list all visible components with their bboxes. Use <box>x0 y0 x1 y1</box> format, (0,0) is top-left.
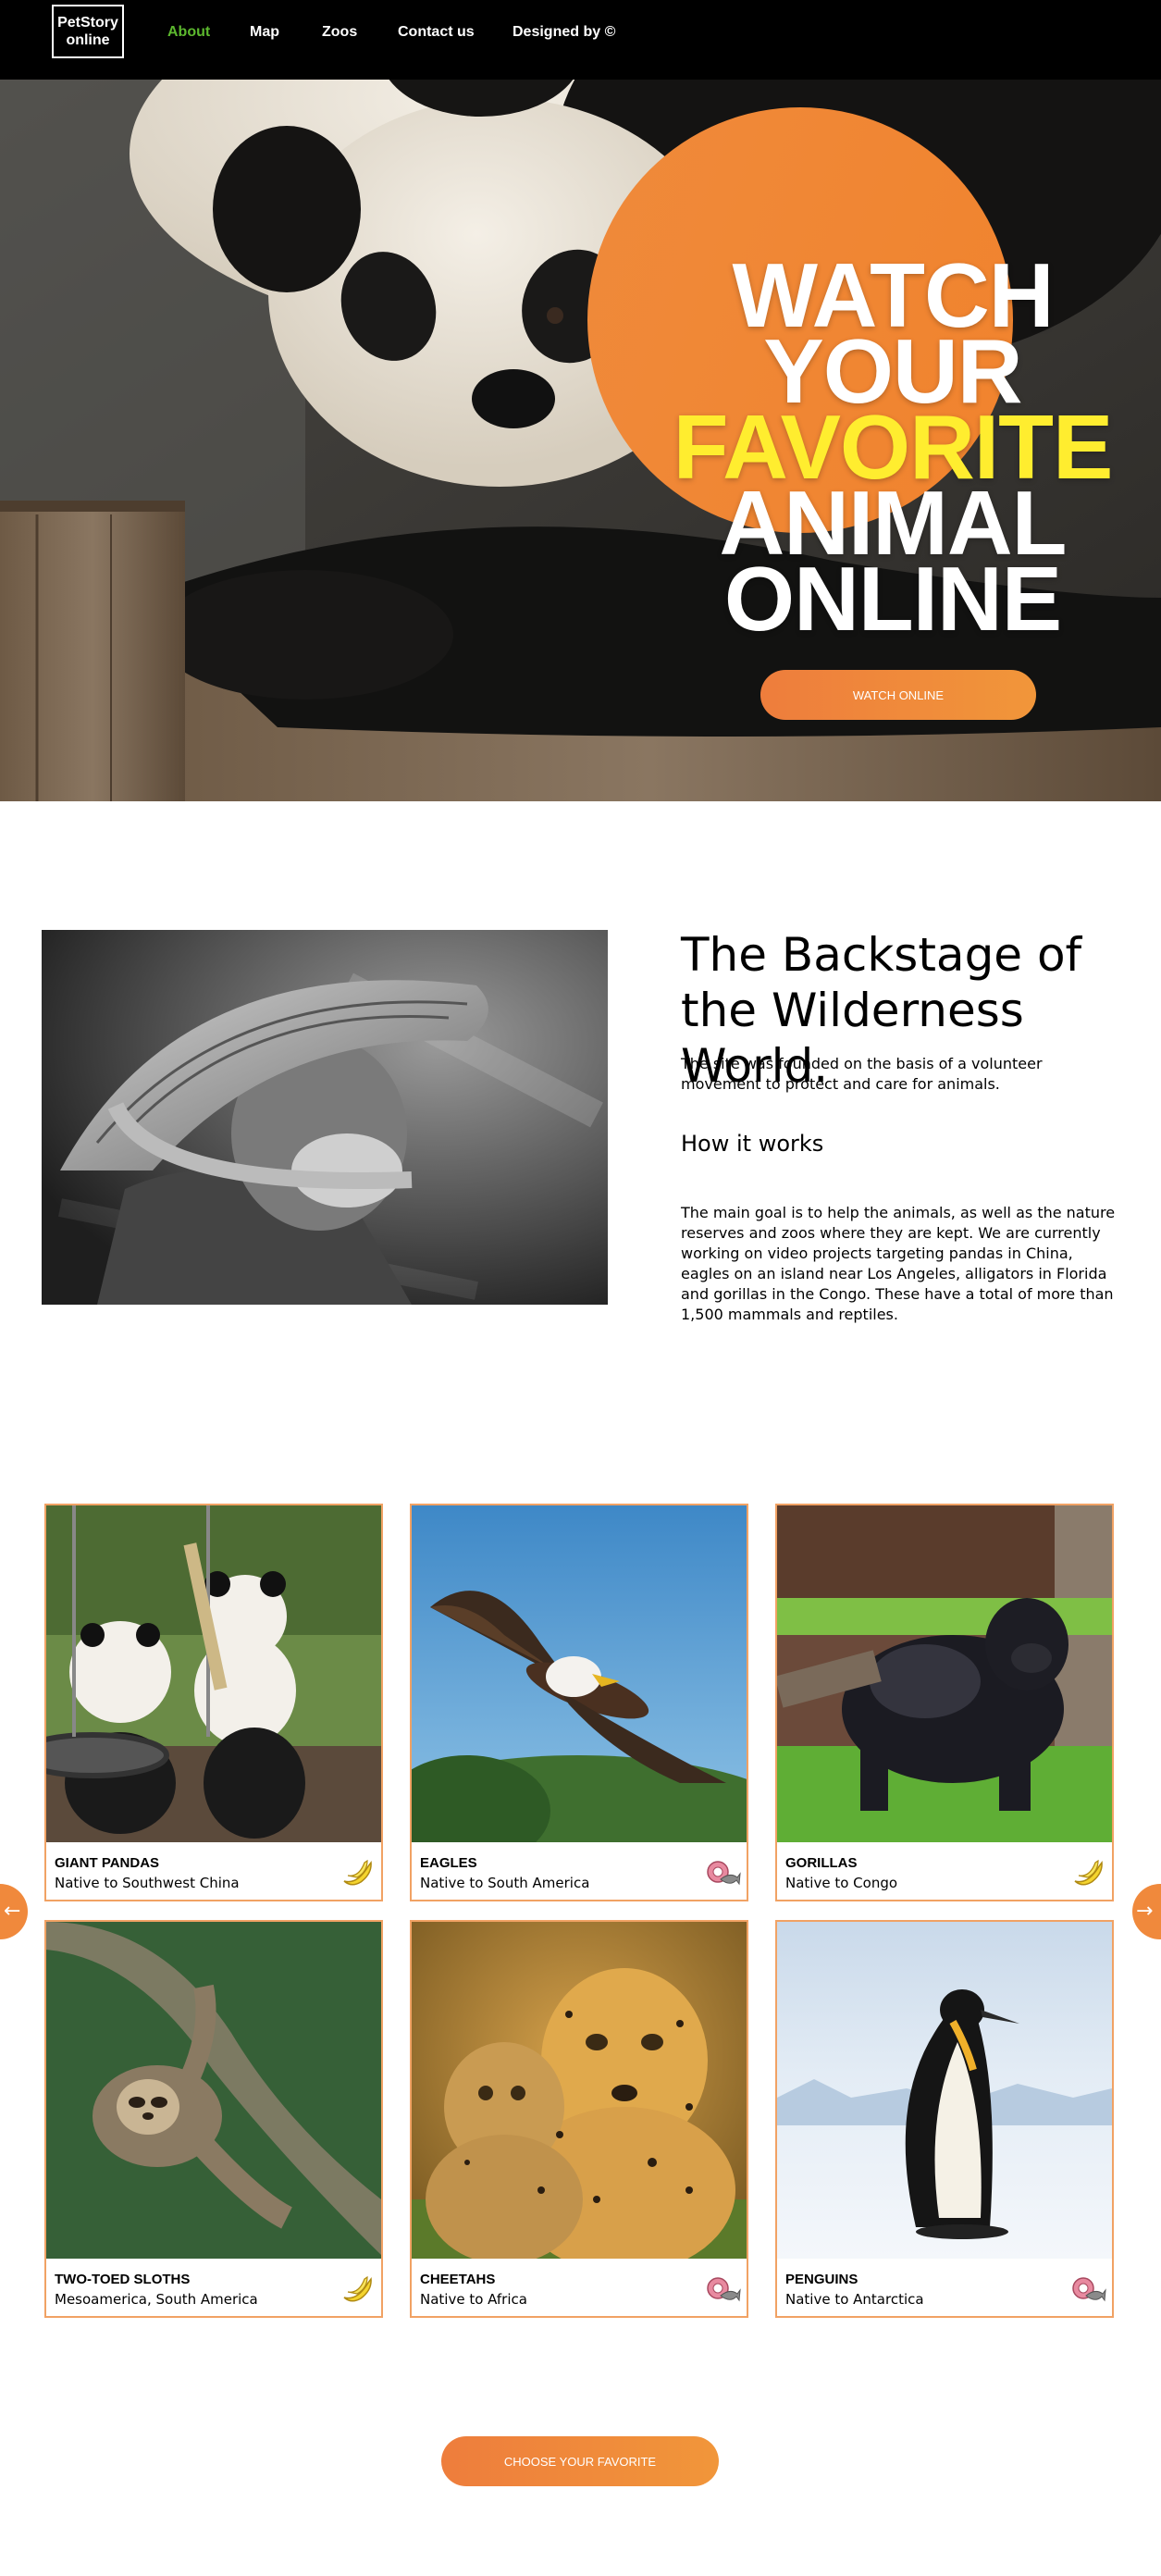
nav-map[interactable]: Map <box>250 24 279 41</box>
penguins-photo <box>777 1922 1112 2259</box>
animal-origin: Native to Congo <box>785 1875 898 1891</box>
about-body: The main goal is to help the animals, as… <box>681 1204 1116 1323</box>
choose-favorite-button[interactable]: CHOOSE YOUR FAVORITE <box>441 2436 719 2486</box>
hero-title: WATCH YOUR FAVORITE ANIMAL ONLINE <box>666 250 1119 650</box>
banana-icon <box>1074 1859 1103 1886</box>
animal-card-gorillas[interactable]: GORILLAS Native to Congo <box>775 1504 1114 1901</box>
nav-contact[interactable]: Contact us <box>398 24 475 41</box>
banana-icon <box>343 1859 372 1886</box>
animal-name: GORILLAS <box>785 1855 858 1871</box>
animal-card-sloths[interactable]: TWO-TOED SLOTHS Mesoamerica, South Ameri… <box>44 1920 383 2318</box>
animal-name: PENGUINS <box>785 2272 858 2287</box>
meat-fish-icon <box>707 2277 741 2302</box>
arrow-left-icon: ← <box>4 1900 21 1923</box>
watch-online-button[interactable]: WATCH ONLINE <box>760 670 1036 720</box>
nav-about[interactable]: About <box>167 24 210 41</box>
nav-zoos[interactable]: Zoos <box>322 24 357 41</box>
animal-name: TWO-TOED SLOTHS <box>55 2272 191 2287</box>
animal-card-penguins[interactable]: PENGUINS Native to Antarctica <box>775 1920 1114 2318</box>
hero-title-line-5: ONLINE <box>723 547 1062 650</box>
animal-origin: Native to Africa <box>420 2291 527 2308</box>
animal-name: EAGLES <box>420 1855 477 1871</box>
animal-origin: Native to Southwest China <box>55 1875 240 1891</box>
sloths-photo <box>46 1922 381 2259</box>
about-image <box>42 930 608 1305</box>
arrow-right-icon: → <box>1136 1900 1154 1923</box>
meat-fish-icon <box>1072 2277 1106 2302</box>
pandas-photo <box>46 1505 381 1842</box>
eagles-photo <box>412 1505 747 1842</box>
animal-card-eagles[interactable]: EAGLES Native to South America <box>410 1504 748 1901</box>
animal-origin: Native to South America <box>420 1875 590 1891</box>
banana-icon <box>343 2275 372 2302</box>
animal-card-pandas[interactable]: GIANT PANDAS Native to Southwest China <box>44 1504 383 1901</box>
gorillas-photo <box>777 1505 1112 1842</box>
animal-origin: Native to Antarctica <box>785 2291 924 2308</box>
animal-card-cheetahs[interactable]: CHEETAHS Native to Africa <box>410 1920 748 2318</box>
logo-line-1: PetStory <box>57 15 118 31</box>
meat-fish-icon <box>707 1861 741 1886</box>
carousel-prev-button[interactable]: ← <box>0 1884 28 1939</box>
animal-name: GIANT PANDAS <box>55 1855 160 1871</box>
carousel-next-button[interactable]: → <box>1132 1884 1161 1939</box>
hero-section: WATCH YOUR FAVORITE ANIMAL ONLINE WATCH … <box>0 80 1161 801</box>
nav-designed-by[interactable]: Designed by © <box>513 24 615 41</box>
cheetahs-photo <box>412 1922 747 2259</box>
site-header: PetStory online About Map Zoos Contact u… <box>0 0 1161 80</box>
animal-origin: Mesoamerica, South America <box>55 2291 258 2308</box>
logo[interactable]: PetStory online <box>52 5 124 58</box>
animal-name: CHEETAHS <box>420 2272 496 2287</box>
logo-line-2: online <box>66 32 110 48</box>
how-it-works-title: How it works <box>681 1131 824 1157</box>
about-intro: The site was founded on the basis of a v… <box>681 1055 1043 1093</box>
